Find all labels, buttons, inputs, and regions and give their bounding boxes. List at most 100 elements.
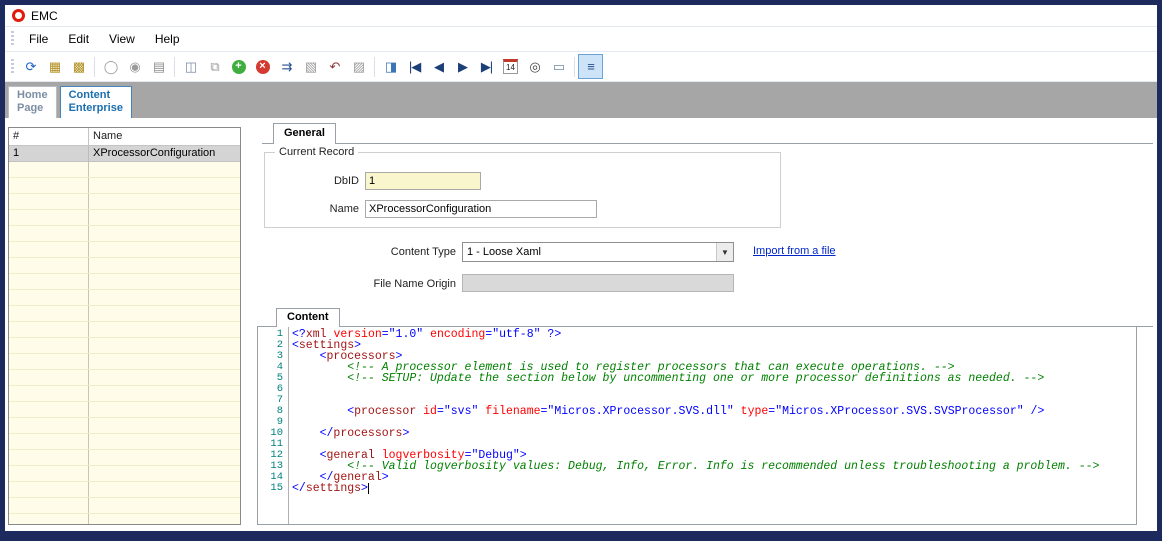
line-number: 1 bbox=[276, 328, 283, 340]
code-line: </general> bbox=[319, 471, 389, 484]
empty-row bbox=[9, 290, 240, 306]
oracle-logo-icon bbox=[12, 9, 25, 22]
menu-grip-handle[interactable] bbox=[11, 31, 14, 47]
content-type-select[interactable]: 1 - Loose Xaml ▼ bbox=[462, 242, 734, 262]
tab-content-enterprise[interactable]: Content Enterprise bbox=[59, 86, 132, 118]
empty-cell bbox=[9, 290, 89, 305]
last-record-button[interactable]: ▶| bbox=[475, 55, 498, 78]
empty-row bbox=[9, 354, 240, 370]
toolbar: ⟳ ▦ ▩ ◯ ◉ ▤ ◫ ⧉ + × ⇉ ▧ ↶ ▨ ◨ |◀ ◀ ▶ ▶| 14 ◎ ▭ ≡ bbox=[5, 52, 1157, 82]
next-record-button[interactable]: ▶ bbox=[451, 55, 474, 78]
tab-home-page[interactable]: Home Page bbox=[8, 86, 57, 118]
empty-cell bbox=[9, 418, 89, 433]
toolbar-grip-handle[interactable] bbox=[11, 58, 14, 75]
first-record-icon: |◀ bbox=[408, 59, 421, 74]
copy-record-button[interactable]: ◨ bbox=[379, 55, 402, 78]
empty-cell bbox=[9, 194, 89, 209]
empty-row bbox=[9, 162, 240, 178]
refresh-button[interactable]: ⟳ bbox=[19, 55, 42, 78]
empty-cell bbox=[89, 162, 240, 177]
edit-record-button[interactable]: ▩ bbox=[67, 55, 90, 78]
toolbar-separator bbox=[374, 56, 375, 77]
add-record-button[interactable]: + bbox=[227, 55, 250, 78]
xml-editor[interactable]: 1 2 3 4 5 6 7 8 9 10 11 12 13 14 15 <?xml version="1.0… bbox=[257, 326, 1137, 525]
record-cell: 1 bbox=[9, 146, 89, 161]
copy-button[interactable]: ▧ bbox=[299, 55, 322, 78]
calendar-button[interactable]: 14 bbox=[499, 55, 522, 78]
save-all-button[interactable]: ⧉ bbox=[203, 55, 226, 78]
menu-item-edit[interactable]: Edit bbox=[58, 29, 99, 49]
record-row[interactable]: 1 XProcessorConfiguration bbox=[9, 146, 240, 162]
code-line: <!-- SETUP: Update the section below by … bbox=[347, 372, 1045, 385]
toolbar-items: ⟳ ▦ ▩ ◯ ◉ ▤ ◫ ⧉ + × ⇉ ▧ ↶ ▨ ◨ |◀ ◀ ▶ ▶| 14 ◎ ▭ ≡ bbox=[19, 54, 603, 79]
menu-item-help[interactable]: Help bbox=[145, 29, 190, 49]
empty-cell bbox=[89, 338, 240, 353]
distribute-button[interactable]: ⇉ bbox=[275, 55, 298, 78]
empty-cell bbox=[89, 178, 240, 193]
empty-cell bbox=[89, 306, 240, 321]
undo-button[interactable]: ↶ bbox=[323, 55, 346, 78]
tab-general[interactable]: General bbox=[273, 123, 336, 144]
copy-record-icon: ◨ bbox=[384, 59, 397, 74]
delete-record-button[interactable]: × bbox=[251, 55, 274, 78]
code-line: </settings> bbox=[292, 482, 369, 495]
save-icon: ◫ bbox=[184, 59, 197, 74]
empty-cell bbox=[9, 338, 89, 353]
first-record-button[interactable]: |◀ bbox=[403, 55, 426, 78]
calendar-icon: 14 bbox=[503, 59, 518, 74]
toolbar-separator bbox=[574, 56, 575, 77]
empty-cell bbox=[9, 258, 89, 273]
toolbar-separator bbox=[174, 56, 175, 77]
code-line: <!-- Valid logverbosity values: Debug, I… bbox=[347, 460, 1100, 473]
save-button[interactable]: ◫ bbox=[179, 55, 202, 78]
empty-cell bbox=[89, 402, 240, 417]
view-record-icon: ◯ bbox=[103, 59, 119, 74]
empty-cell bbox=[9, 162, 89, 177]
table-view-button[interactable]: ≡ bbox=[578, 54, 603, 79]
empty-row bbox=[9, 258, 240, 274]
view-all-icon: ◉ bbox=[129, 59, 140, 74]
line-number: 4 bbox=[276, 361, 283, 373]
column-header-num: # bbox=[9, 128, 89, 145]
paste-button[interactable]: ▨ bbox=[347, 55, 370, 78]
toolbar-separator bbox=[94, 56, 95, 77]
insert-record-button[interactable]: ▦ bbox=[43, 55, 66, 78]
empty-cell bbox=[89, 258, 240, 273]
empty-cell bbox=[89, 466, 240, 481]
empty-row bbox=[9, 306, 240, 322]
title-bar[interactable]: EMC bbox=[5, 5, 1157, 27]
empty-row bbox=[9, 226, 240, 242]
empty-row bbox=[9, 514, 240, 524]
form-view-button[interactable]: ▭ bbox=[547, 55, 570, 78]
empty-cell bbox=[9, 306, 89, 321]
menu-item-view[interactable]: View bbox=[99, 29, 145, 49]
name-input[interactable] bbox=[365, 200, 597, 218]
nav-tabs: Home Page Content Enterprise bbox=[8, 86, 132, 118]
empty-cell bbox=[9, 514, 89, 524]
tab-content[interactable]: Content bbox=[276, 308, 340, 327]
empty-row bbox=[9, 370, 240, 386]
refresh-icon: ⟳ bbox=[25, 59, 37, 74]
empty-row bbox=[9, 450, 240, 466]
find-button[interactable]: ◎ bbox=[523, 55, 546, 78]
menu-item-file[interactable]: File bbox=[19, 29, 58, 49]
empty-row bbox=[9, 434, 240, 450]
view-record-button[interactable]: ◯ bbox=[99, 55, 122, 78]
print-button[interactable]: ▤ bbox=[147, 55, 170, 78]
empty-row bbox=[9, 482, 240, 498]
current-record-group: Current Record DbID Name bbox=[264, 146, 781, 228]
empty-row bbox=[9, 274, 240, 290]
empty-cell bbox=[9, 354, 89, 369]
dbid-input[interactable] bbox=[365, 172, 481, 190]
editor-code[interactable]: <?xml version="1.0" encoding="utf-8" ?> <… bbox=[289, 326, 1136, 524]
record-grid[interactable]: # Name 1 XProcessorConfiguration bbox=[8, 127, 241, 525]
import-from-file-link[interactable]: Import from a file bbox=[753, 245, 836, 257]
emc-window: EMC File Edit View Help ⟳ ▦ ▩ ◯ ◉ ▤ ◫ ⧉ + × ⇉ ▧ ↶ ▨ ◨ |◀ ◀ ▶… bbox=[0, 0, 1162, 541]
general-tab-divider bbox=[262, 143, 1153, 144]
record-table-body: 1 XProcessorConfiguration bbox=[9, 146, 240, 524]
next-record-icon: ▶ bbox=[458, 59, 468, 74]
view-all-button[interactable]: ◉ bbox=[123, 55, 146, 78]
previous-record-button[interactable]: ◀ bbox=[427, 55, 450, 78]
